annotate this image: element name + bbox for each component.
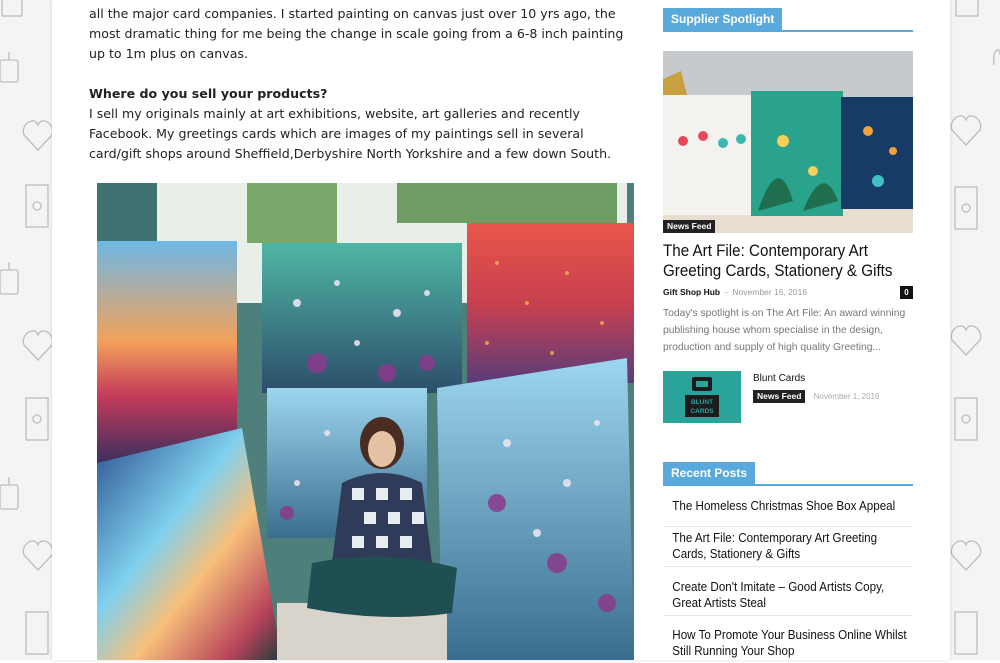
heart-doodle-icon <box>950 115 982 146</box>
card-doodle-icon <box>25 397 49 441</box>
post-meta: Gift Shop Hub - November 16, 2016 <box>663 287 807 297</box>
candle-doodle-icon <box>0 59 19 83</box>
left-pattern-gutter <box>0 0 52 660</box>
card-doodle-icon <box>25 184 49 228</box>
recent-post-title[interactable]: The Homeless Christmas Shoe Box Appeal <box>663 498 914 514</box>
widget-title-rule <box>663 30 913 32</box>
artist-with-paintings-image <box>97 183 634 660</box>
article-photo <box>97 183 634 660</box>
post-date: November 1, 2016 <box>813 392 880 401</box>
post-excerpt: Today's spotlight is on The Art File: An… <box>663 308 906 353</box>
blunt-cards-thumbnail[interactable]: BLUNT CARDS <box>663 371 741 423</box>
recent-post-link[interactable]: How To Promote Your Business Online Whil… <box>663 627 913 663</box>
category-badge[interactable]: News Feed <box>663 220 716 233</box>
heart-doodle-icon <box>950 325 982 356</box>
thumb-logo-text: BLUNT <box>691 399 713 406</box>
widget-title: Recent Posts <box>663 462 756 484</box>
supplier-spotlight-header: Supplier Spotlight <box>663 8 913 32</box>
thumb-logo-text: CARDS <box>690 408 714 415</box>
card-doodle-icon <box>1 0 23 17</box>
recent-post-link[interactable]: The Homeless Christmas Shoe Box Appeal <box>663 498 913 527</box>
recent-post-title[interactable]: Create Don't Imitate – Good Artists Copy… <box>663 579 914 611</box>
post-date: November 16, 2016 <box>732 287 808 297</box>
article-paragraph: I sell my originals mainly at art exhibi… <box>89 106 612 161</box>
candle-doodle-icon <box>0 269 19 295</box>
doodle-pattern-right <box>950 0 1000 655</box>
comment-count-badge[interactable]: 0 <box>900 286 913 299</box>
recent-post-title[interactable]: The Art File: Contemporary Art Greeting … <box>663 530 914 562</box>
card-doodle-icon <box>954 611 978 655</box>
greeting-cards-image <box>663 51 913 233</box>
post-author[interactable]: Gift Shop Hub <box>663 287 720 297</box>
blunt-cards-post-title[interactable]: Blunt Cards <box>753 373 805 384</box>
article-paragraph: all the major card companies. I started … <box>89 6 624 61</box>
post-meta: News Feed November 1, 2016 <box>753 390 879 403</box>
heart-doodle-icon <box>993 49 1000 66</box>
card-doodle-icon <box>954 397 978 441</box>
recent-post-title[interactable]: How To Promote Your Business Online Whil… <box>663 627 914 659</box>
recent-post-link[interactable]: Create Don't Imitate – Good Artists Copy… <box>663 579 913 616</box>
heart-doodle-icon <box>22 330 52 361</box>
card-doodle-icon <box>25 611 49 655</box>
widget-title: Supplier Spotlight <box>663 8 783 30</box>
blunt-cards-logo-icon: BLUNT CARDS <box>663 371 741 423</box>
candle-doodle-icon <box>0 484 19 510</box>
heart-doodle-icon <box>22 540 52 571</box>
heart-doodle-icon <box>22 120 52 151</box>
spotlight-post-title[interactable]: The Art File: Contemporary Art Greeting … <box>663 241 913 281</box>
card-doodle-icon <box>954 186 978 230</box>
spotlight-featured-image[interactable]: News Feed <box>663 51 913 233</box>
interview-question: Where do you sell your products? <box>89 86 328 101</box>
category-badge[interactable]: News Feed <box>753 390 806 403</box>
recent-posts-header: Recent Posts <box>663 462 913 486</box>
widget-title-rule <box>663 484 913 486</box>
doodle-pattern-left <box>0 0 52 655</box>
right-pattern-gutter <box>950 0 1000 660</box>
meta-separator: - <box>722 287 733 297</box>
recent-post-link[interactable]: The Art File: Contemporary Art Greeting … <box>663 530 913 567</box>
heart-doodle-icon <box>950 540 982 571</box>
card-doodle-icon <box>955 0 979 17</box>
